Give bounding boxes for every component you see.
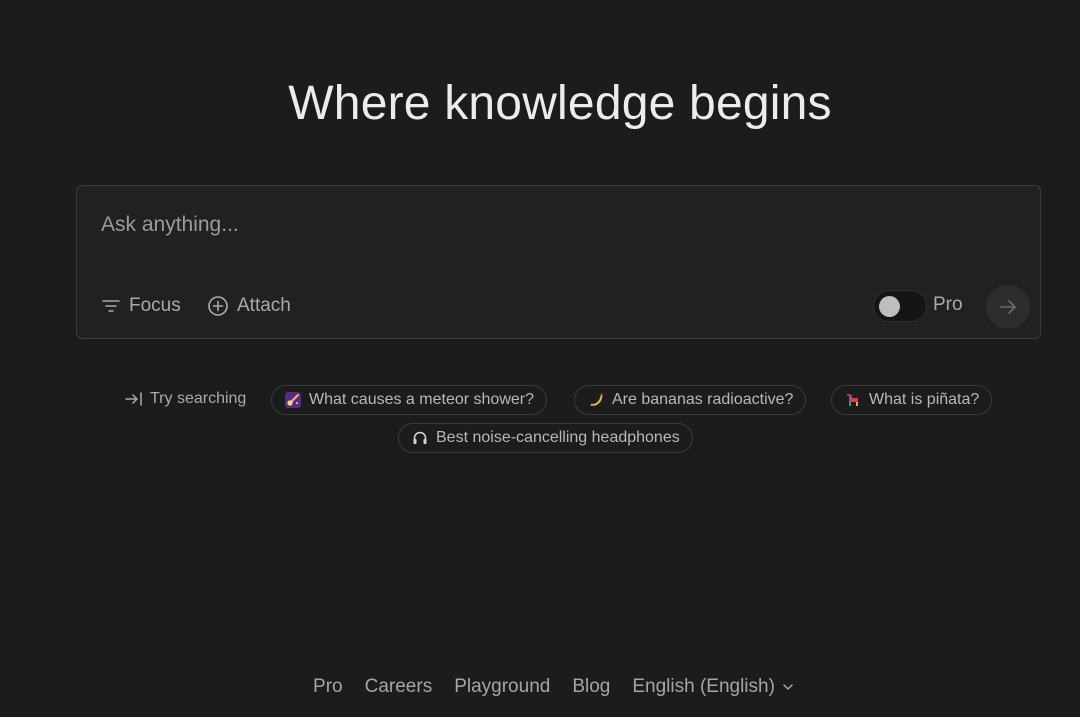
chevron-down-icon — [783, 684, 793, 690]
suggestion-chip-text: What causes a meteor shower? — [309, 391, 534, 408]
try-searching-label: Try searching — [124, 389, 246, 409]
submit-button[interactable] — [986, 285, 1030, 329]
footer-link-careers[interactable]: Careers — [365, 676, 433, 698]
filter-lines-icon — [102, 300, 120, 312]
footer-link-pro[interactable]: Pro — [313, 676, 343, 698]
suggestion-chip-pinata[interactable]: What is piñata? — [831, 385, 993, 415]
focus-label: Focus — [129, 295, 181, 316]
attach-button[interactable]: Attach — [207, 293, 291, 319]
language-label: English (English) — [632, 676, 775, 697]
pro-toggle[interactable] — [873, 290, 927, 322]
page: Where knowledge begins Focus Attach Pro — [0, 0, 1080, 717]
language-selector[interactable]: English (English) — [632, 676, 795, 698]
suggestion-chip-headphones[interactable]: Best noise-cancelling headphones — [398, 423, 693, 453]
suggestion-chip-text: Best noise-cancelling headphones — [436, 429, 680, 446]
focus-button[interactable]: Focus — [101, 293, 181, 319]
banana-emoji-icon — [588, 392, 604, 408]
attach-label: Attach — [237, 295, 291, 316]
footer-link-playground[interactable]: Playground — [454, 676, 550, 698]
search-box: Focus Attach Pro — [76, 185, 1041, 339]
suggestion-chip-bananas[interactable]: Are bananas radioactive? — [574, 385, 807, 415]
arrow-into-icon — [125, 392, 142, 406]
try-searching-text: Try searching — [150, 390, 247, 407]
page-headline: Where knowledge begins — [288, 77, 832, 130]
arrow-right-icon — [1000, 300, 1016, 314]
pro-label: Pro — [933, 294, 963, 315]
footer: Pro Careers Playground Blog English (Eng… — [0, 676, 1080, 698]
meteor-emoji-icon — [285, 392, 301, 408]
footer-link-blog[interactable]: Blog — [572, 676, 610, 698]
suggestion-chip-meteor[interactable]: What causes a meteor shower? — [271, 385, 547, 415]
pinata-emoji-icon — [845, 392, 861, 408]
pro-toggle-knob — [879, 296, 900, 317]
search-input[interactable] — [99, 208, 1003, 242]
suggestion-chip-text: Are bananas radioactive? — [612, 391, 794, 408]
headphones-icon — [412, 430, 428, 446]
plus-circle-icon — [208, 296, 228, 316]
suggestion-chip-text: What is piñata? — [869, 391, 980, 408]
